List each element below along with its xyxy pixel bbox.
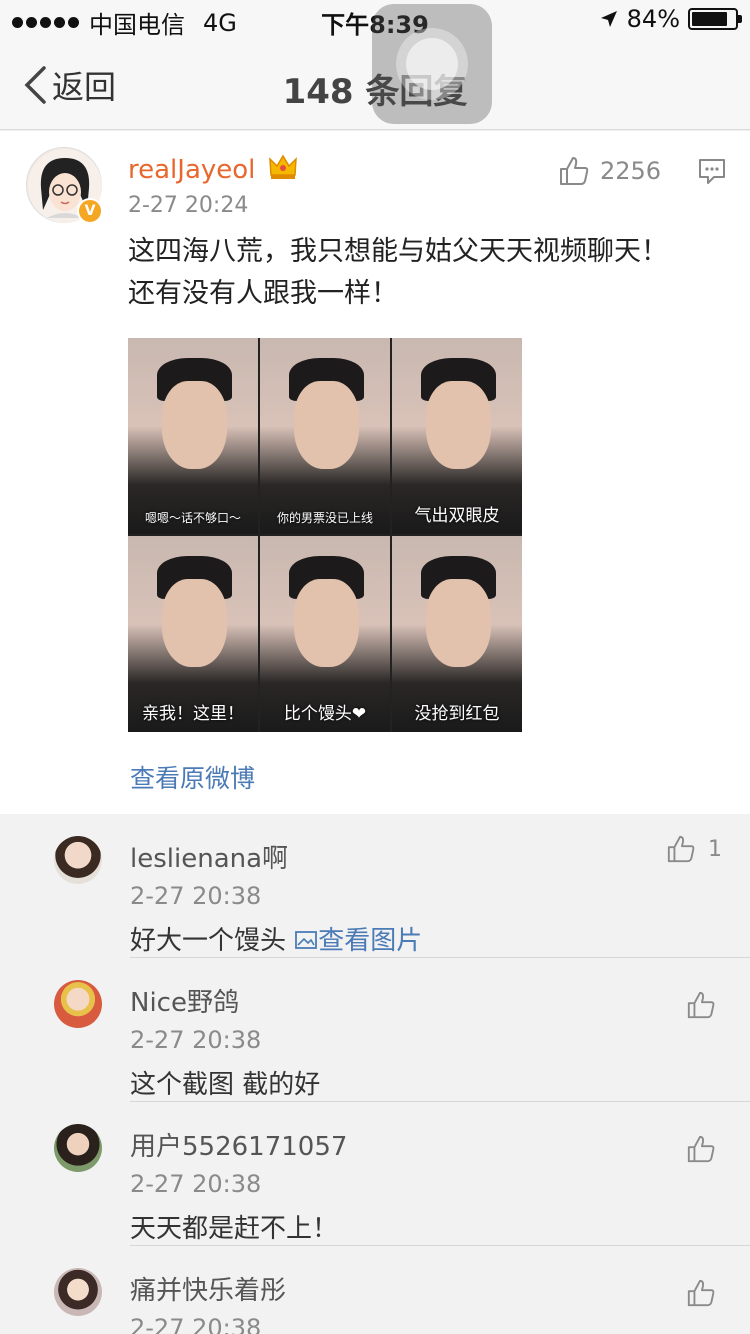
image-tile: 嗯嗯～话不够口～	[128, 338, 258, 534]
reply-list: leslienana啊 1 2-27 20:38 好大一个馒头 查看图片 Nic…	[0, 814, 750, 1334]
battery-percent: 84%	[626, 5, 680, 33]
list-item[interactable]: Nice野鸽 2-27 20:38 这个截图 截的好	[0, 958, 750, 1102]
avatar[interactable]	[54, 836, 102, 884]
image-tile: 比个馒头❤	[260, 536, 390, 732]
comment-time: 2-27 20:38	[130, 1026, 262, 1054]
image-caption: 你的男票没已上线	[276, 511, 373, 525]
thumbs-up-icon	[687, 991, 715, 1019]
like-count: 1	[708, 836, 722, 862]
post-username[interactable]: realJayeol	[128, 155, 255, 185]
thumbs-up-icon	[560, 157, 589, 185]
comment-username[interactable]: 用户5526171057	[130, 1126, 347, 1163]
post-text: 这四海八荒，我只想能与姑父天天视频聊天！还有没有人跟我一样！	[128, 236, 668, 309]
like-button[interactable]	[686, 1134, 716, 1164]
comment-text: 好大一个馒头 查看图片	[130, 920, 422, 957]
thumbs-up-icon	[667, 835, 695, 863]
comment-time: 2-27 20:38	[130, 1170, 262, 1198]
avatar[interactable]: V	[26, 147, 103, 224]
avatar[interactable]	[54, 980, 102, 1028]
assistive-touch-button[interactable]	[372, 4, 492, 124]
like-count: 2256	[600, 157, 662, 185]
location-arrow-icon	[600, 11, 617, 27]
like-button[interactable]: 1	[666, 834, 722, 864]
image-tile: 亲我！这里！	[128, 536, 258, 732]
image-caption: 没抢到红包	[414, 704, 500, 724]
image-caption: 气出双眼皮	[414, 506, 500, 526]
image-caption: 亲我！这里！	[142, 704, 244, 724]
image-tile: 没抢到红包	[392, 536, 522, 732]
battery-icon	[688, 8, 742, 30]
comment-username[interactable]: Nice野鸽	[130, 982, 239, 1019]
main-comment-card: V realJayeol 2-27 20:24 2256 这四海八荒，我只想能与…	[0, 131, 750, 814]
post-image[interactable]: 嗯嗯～话不够口～ 你的男票没已上线 气出双眼皮 亲我！这里！ 比个馒头❤ 没抢到…	[128, 338, 522, 732]
crown-badge-icon	[269, 154, 297, 179]
avatar[interactable]	[54, 1268, 102, 1316]
comment-username[interactable]: 痛并快乐着彤	[130, 1270, 286, 1307]
thumbs-up-icon	[687, 1135, 715, 1163]
comment-time: 2-27 20:38	[130, 1314, 262, 1334]
image-icon	[295, 931, 318, 949]
image-caption: 嗯嗯～话不够口～	[144, 511, 241, 525]
like-button[interactable]	[686, 1278, 716, 1308]
image-tile: 气出双眼皮	[392, 338, 522, 534]
thumbs-up-icon	[687, 1279, 715, 1307]
list-item[interactable]: 用户5526171057 2-27 20:38 天天都是赶不上！	[0, 1102, 750, 1246]
comment-username[interactable]: leslienana啊	[130, 838, 288, 875]
image-tile: 你的男票没已上线	[260, 338, 390, 534]
verified-badge-icon: V	[77, 198, 103, 224]
list-item[interactable]: 痛并快乐着彤 2-27 20:38	[0, 1246, 750, 1334]
comment-text: 这个截图 截的好	[130, 1070, 321, 1100]
list-item[interactable]: leslienana啊 1 2-27 20:38 好大一个馒头 查看图片	[0, 814, 750, 958]
avatar[interactable]	[54, 1124, 102, 1172]
post-time: 2-27 20:24	[128, 193, 249, 218]
view-original-link[interactable]: 查看原微博	[130, 759, 255, 795]
image-caption: 比个馒头❤	[283, 704, 367, 724]
like-button[interactable]: 2256	[558, 155, 661, 187]
view-image-label: 查看图片	[318, 926, 423, 956]
view-image-link[interactable]: 查看图片	[294, 926, 422, 956]
comment-time: 2-27 20:38	[130, 882, 262, 910]
comment-text: 天天都是赶不上！	[130, 1214, 339, 1244]
like-button[interactable]	[686, 990, 716, 1020]
comment-icon[interactable]	[697, 157, 727, 185]
comment-body: 好大一个馒头	[130, 926, 287, 956]
